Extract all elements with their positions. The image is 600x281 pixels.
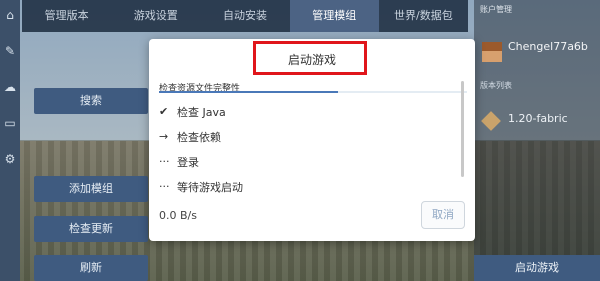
- gamepad-icon[interactable]: ▭: [3, 116, 17, 130]
- check-icon: ✔: [159, 105, 169, 118]
- side-rail: ⌂ ✎ ☁ ▭ ⚙: [0, 0, 20, 281]
- progress-bar: [159, 91, 467, 93]
- tab-game-settings[interactable]: 游戏设置: [111, 0, 200, 32]
- download-speed: 0.0 B/s: [159, 209, 197, 222]
- add-mod-button[interactable]: 添加模组: [34, 176, 148, 202]
- search-button[interactable]: 搜索: [34, 88, 148, 114]
- launch-dialog: 启动游戏 检查资源文件完整性 ✔ 检查 Java → 检查依赖 ··· 登录 ·…: [149, 39, 475, 241]
- scrollbar[interactable]: [461, 81, 464, 177]
- home-icon[interactable]: ⌂: [3, 8, 17, 22]
- step-label: 等待游戏启动: [177, 180, 243, 194]
- check-update-button[interactable]: 检查更新: [34, 216, 148, 242]
- tab-manage-mods[interactable]: 管理模组: [289, 0, 379, 32]
- cancel-button[interactable]: 取消: [421, 201, 465, 229]
- progress-fill: [159, 91, 338, 93]
- step-item: ··· 登录: [159, 149, 459, 174]
- download-icon[interactable]: ☁: [3, 80, 17, 94]
- step-item: ··· 等待游戏启动: [159, 174, 459, 199]
- step-label: 检查 Java: [177, 105, 226, 119]
- top-tabs: 管理版本 游戏设置 自动安装 管理模组 世界/数据包: [22, 0, 468, 32]
- step-label: 检查依赖: [177, 130, 221, 144]
- wrench-icon[interactable]: ✎: [3, 44, 17, 58]
- gear-icon[interactable]: ⚙: [3, 152, 17, 166]
- version-list-title: 版本列表: [480, 81, 512, 90]
- account-panel-title: 账户管理: [480, 5, 512, 14]
- step-item: → 检查依赖: [159, 124, 459, 149]
- arrow-right-icon: →: [159, 130, 169, 143]
- tab-auto-install[interactable]: 自动安装: [200, 0, 289, 32]
- step-list: ✔ 检查 Java → 检查依赖 ··· 登录 ··· 等待游戏启动: [159, 99, 459, 199]
- step-label: 登录: [177, 155, 199, 169]
- pending-icon: ···: [159, 155, 170, 168]
- avatar[interactable]: [482, 42, 502, 62]
- tab-manage-version[interactable]: 管理版本: [22, 0, 111, 32]
- refresh-button[interactable]: 刷新: [34, 255, 148, 281]
- tab-world-datapack[interactable]: 世界/数据包: [379, 0, 468, 32]
- launch-game-button[interactable]: 启动游戏: [474, 255, 600, 281]
- account-username[interactable]: Chengel77a6b: [508, 40, 588, 53]
- title-highlight-box: [253, 41, 367, 75]
- step-item: ✔ 检查 Java: [159, 99, 459, 124]
- version-name[interactable]: 1.20-fabric: [508, 112, 568, 125]
- pending-icon: ···: [159, 180, 170, 193]
